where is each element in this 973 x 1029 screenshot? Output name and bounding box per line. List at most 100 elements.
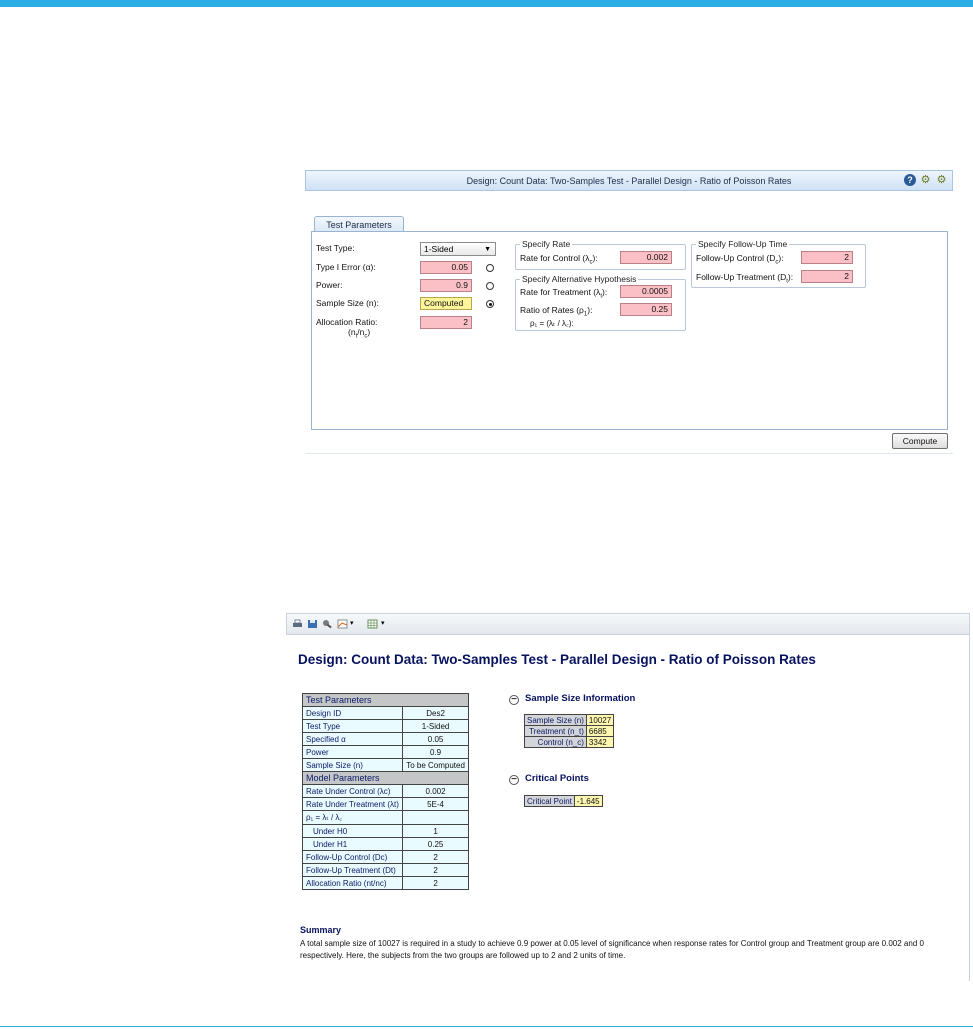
type1-error-radio[interactable] [486,264,494,272]
settings-icon[interactable]: ⚙ [919,174,932,187]
row-label: Control (n_c) [524,736,587,748]
top-accent-bar [0,0,973,7]
chevron-down-icon: ▼ [484,246,491,253]
power-radio[interactable] [486,282,494,290]
report-toolbar: ▾ ▾ [286,613,970,635]
row-label: Test Type [301,719,404,733]
summary-text: A total sample size of 10027 is required… [300,939,924,960]
row-label: Allocation Ratio (nt/nc) [301,876,404,890]
compute-button[interactable]: Compute [892,433,948,449]
alt-hypothesis-group: Specify Alternative Hypothesis Rate for … [515,274,686,331]
type1-error-label: Type I Error (α): [316,262,376,272]
row-label: Design ID [301,706,404,720]
row-label: Sample Size (n) [524,714,587,726]
table-row: Power 0.9 [301,745,469,759]
row-label: Under H0 [301,824,404,838]
options-icon[interactable]: ⚙ [935,174,948,187]
chevron-down-icon[interactable]: ▾ [350,619,354,627]
table-row: Allocation Ratio (nt/nc) 2 [301,876,469,890]
table-row: Critical Point -1.645 [524,795,603,807]
row-label: Power [301,745,404,759]
table-row: Follow-Up Control (Dc) 2 [301,850,469,864]
row-value: 1 [402,824,469,838]
followup-treatment-label: Follow-Up Treatment (Dt): [696,272,794,285]
table-row: Design ID Des2 [301,706,469,720]
power-input[interactable]: 0.9 [420,279,472,292]
table-row: Specified α 0.05 [301,732,469,746]
ratio-of-rates-label: Ratio of Rates (ρ1): [520,305,593,318]
table-row: Rate Under Treatment (λt) 5E-4 [301,797,469,811]
table-row: Control (n_c) 3342 [524,736,615,748]
row-value: -1.645 [573,795,603,807]
ratio-formula: ρ₁ = (λₜ / λ꜀): [530,319,574,328]
row-label: Rate Under Control (λc) [301,784,404,798]
power-label: Power: [316,280,343,290]
row-label: ρ₁ = λₜ / λ꜀ [301,810,404,825]
row-label: Specified α [301,732,404,746]
table-row: Under H1 0.25 [301,837,469,851]
specify-rate-group: Specify Rate Rate for Control (λc): 0.00… [515,239,686,270]
title-icons: ? ⚙ ⚙ [904,174,948,187]
help-icon[interactable]: ? [904,174,916,186]
chart-icon[interactable] [337,619,348,629]
row-value: 0.002 [402,784,469,798]
test-type-label: Test Type: [316,243,355,253]
row-value: To be Computed [402,758,469,772]
followup-control-label: Follow-Up Control (Dc): [696,253,784,266]
table-row: Under H0 1 [301,824,469,838]
collapse-icon[interactable]: − [509,695,519,705]
row-label: Rate Under Treatment (λt) [301,797,404,811]
save-icon[interactable] [307,619,318,629]
table-row: ρ₁ = λₜ / λ꜀ [301,810,469,825]
sample-size-table: Sample Size (n) 10027 Treatment (n_t) 6685 C… [524,714,615,748]
sample-size-label: Sample Size (n): [316,298,379,308]
critical-points-table: Critical Point -1.645 [524,795,603,807]
row-label: Sample Size (n) [301,758,404,772]
row-value: 2 [402,863,469,877]
row-value: 0.05 [402,732,469,746]
tools-icon[interactable] [322,619,333,629]
allocation-ratio-label: Allocation Ratio: [316,317,378,327]
row-value [402,810,469,825]
ratio-of-rates-input[interactable]: 0.25 [620,303,672,316]
test-type-value: 1-Sided [424,244,454,254]
allocation-ratio-input[interactable]: 2 [420,316,472,329]
test-parameters-panel: Test Type: 1-Sided ▼ Type I Error (α): 0… [311,231,948,430]
row-value: 2 [402,876,469,890]
section-header-cell: Test Parameters [302,693,469,707]
type1-error-input[interactable]: 0.05 [420,261,472,274]
sample-size-info-header[interactable]: − Sample Size Information [509,693,635,705]
rate-treatment-input[interactable]: 0.0005 [620,285,672,298]
print-icon[interactable] [292,619,303,629]
row-value: 3342 [585,736,615,748]
row-value: 2 [402,850,469,864]
row-value: 1-Sided [402,719,469,733]
collapse-icon[interactable]: − [509,775,519,785]
table-section-header: Test Parameters [302,693,469,707]
table-row: Follow-Up Treatment (Dt) 2 [301,863,469,877]
rate-control-input[interactable]: 0.002 [620,251,672,264]
table-row: Sample Size (n) 10027 [524,714,615,726]
table-icon[interactable] [367,619,378,629]
chevron-down-icon[interactable]: ▾ [381,619,385,627]
followup-control-input[interactable]: 2 [801,251,853,264]
parameters-table: Test Parameters Design ID Des2 Test Type 1-S… [301,693,469,890]
row-value: 0.25 [402,837,469,851]
allocation-ratio-formula: (nt/nc) [348,327,371,340]
followup-treatment-input[interactable]: 2 [801,270,853,283]
row-label: Critical Point [524,795,575,807]
specify-rate-title: Specify Rate [520,239,573,249]
rate-control-label: Rate for Control (λc): [520,253,598,266]
sample-size-radio[interactable] [486,300,494,308]
table-row: Rate Under Control (λc) 0.002 [301,784,469,798]
critical-points-header[interactable]: − Critical Points [509,773,589,785]
test-type-select[interactable]: 1-Sided ▼ [420,242,496,256]
sample-size-input[interactable]: Computed [420,297,472,310]
report-right-border [969,635,970,981]
dialog-title: Design: Count Data: Two-Samples Test - P… [466,176,792,186]
alt-hypothesis-title: Specify Alternative Hypothesis [520,274,639,284]
bottom-accent-bar [0,1026,973,1027]
row-label: Treatment (n_t) [524,725,587,737]
table-row: Sample Size (n) To be Computed [301,758,469,772]
table-row: Test Type 1-Sided [301,719,469,733]
